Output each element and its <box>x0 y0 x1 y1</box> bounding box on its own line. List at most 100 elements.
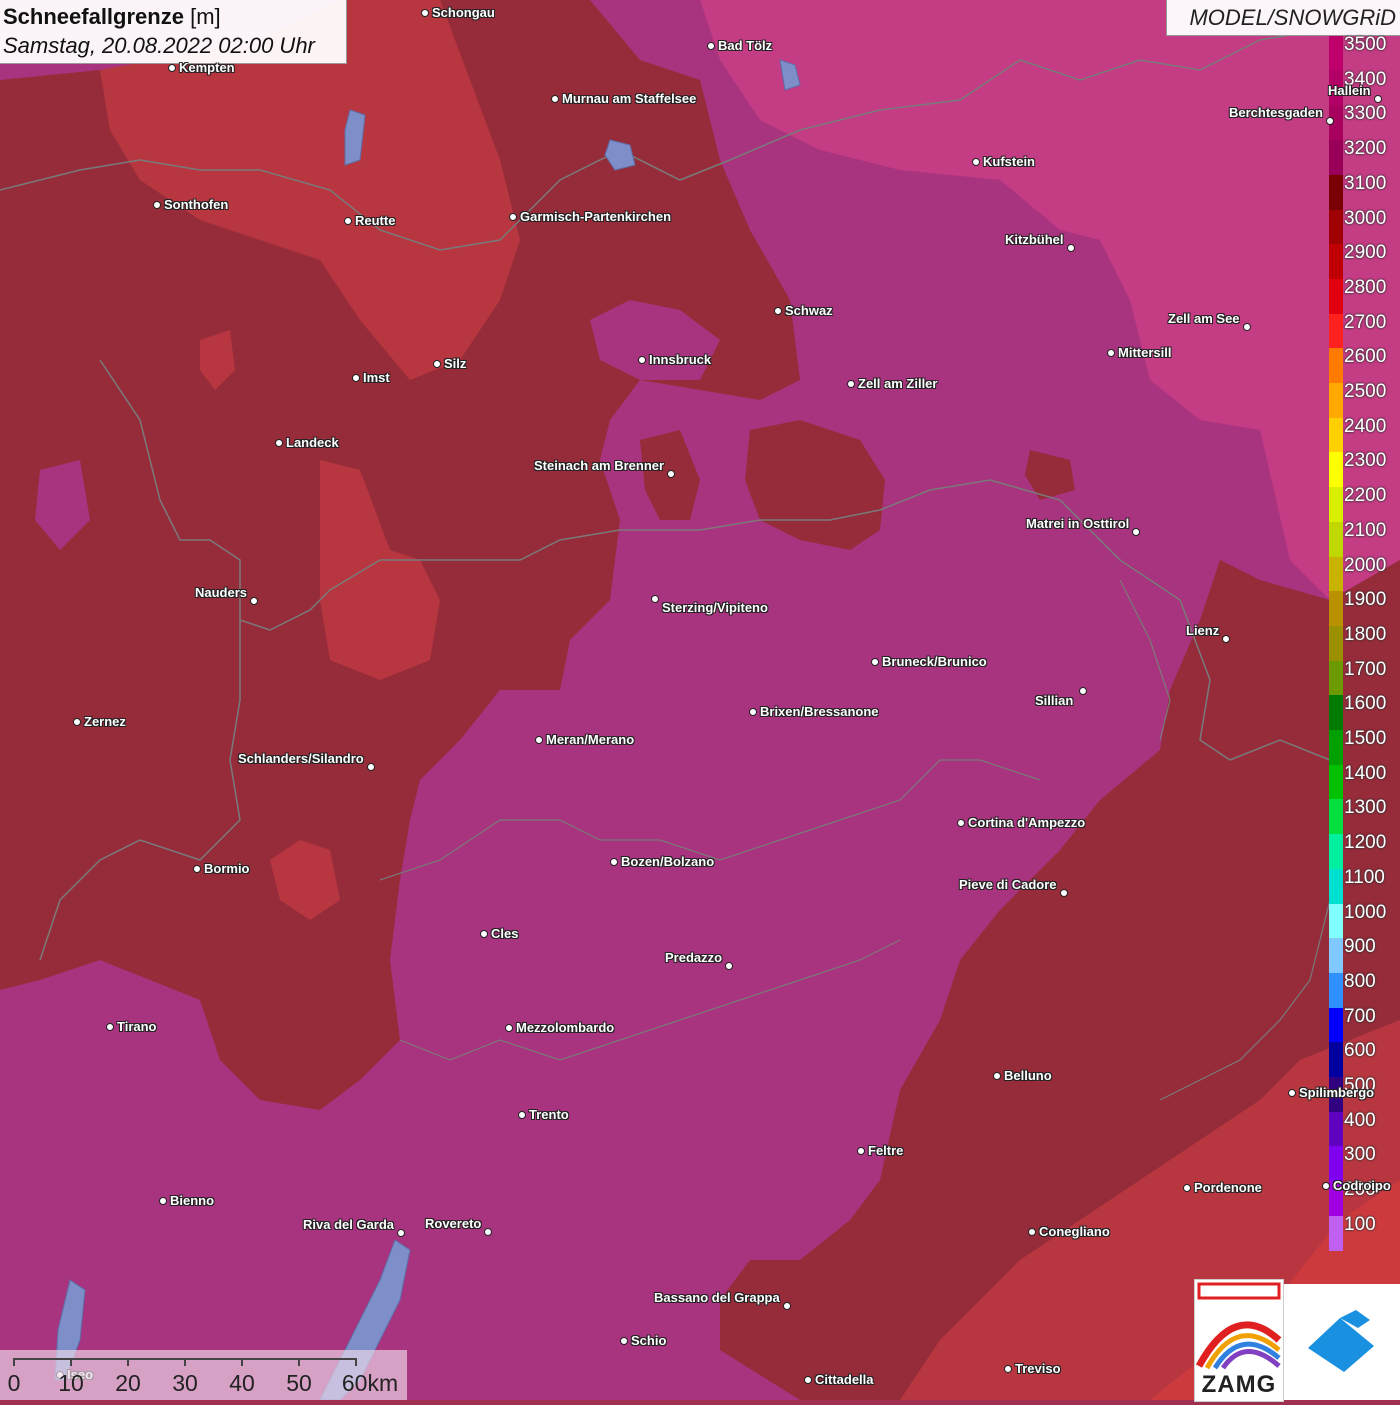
legend-swatch <box>1329 1042 1343 1078</box>
legend-swatch <box>1329 868 1343 904</box>
city-label: Zell am See <box>1168 311 1240 326</box>
city-label: Bozen/Bolzano <box>621 854 715 869</box>
city-marker <box>509 213 517 221</box>
city-label: Garmisch-Partenkirchen <box>520 209 672 224</box>
city-label: Trento <box>529 1107 569 1122</box>
city-marker <box>1067 244 1075 252</box>
city-label: Steinach am Brenner <box>534 458 665 473</box>
city-label: Cittadella <box>815 1372 874 1387</box>
legend-swatch <box>1329 1215 1343 1251</box>
legend-label: 2400 <box>1344 415 1387 437</box>
legend-label: 1000 <box>1344 901 1387 923</box>
city-marker <box>367 763 375 771</box>
legend-label: 1600 <box>1344 693 1387 715</box>
city-label: Pieve di Cadore <box>959 877 1057 892</box>
city-label: Riva del Garda <box>303 1217 395 1232</box>
legend-label: 3100 <box>1344 172 1387 194</box>
scale-label: 20 <box>115 1370 141 1396</box>
title-panel: Schneefallgrenze [m] Samstag, 20.08.2022… <box>0 0 347 64</box>
city-label: Hallein <box>1328 83 1371 98</box>
legend-label: 3200 <box>1344 138 1387 160</box>
rainbow-icon <box>1195 1282 1282 1370</box>
city-label: Bassano del Grappa <box>654 1290 780 1305</box>
city-label: Silz <box>444 356 467 371</box>
city-marker <box>847 380 855 388</box>
city-marker <box>749 708 757 716</box>
city-label: Conegliano <box>1039 1224 1110 1239</box>
city-marker <box>857 1147 865 1155</box>
scale-tick <box>70 1358 72 1366</box>
legend-label: 2700 <box>1344 311 1387 333</box>
title-bold: Schneefallgrenze <box>3 4 184 29</box>
legend-label: 2100 <box>1344 519 1387 541</box>
city-marker <box>774 307 782 315</box>
city-label: Belluno <box>1004 1068 1052 1083</box>
legend-swatch <box>1329 591 1343 627</box>
city-marker <box>193 865 201 873</box>
city-label: Rovereto <box>425 1216 482 1231</box>
city-label: Zernez <box>84 714 126 729</box>
city-label: Kitzbühel <box>1005 232 1064 247</box>
city-label: Imst <box>363 370 390 385</box>
city-marker <box>505 1024 513 1032</box>
scale-bar: 0 10 20 30 40 50 60km <box>0 1350 407 1400</box>
city-marker <box>484 1228 492 1236</box>
city-marker <box>159 1197 167 1205</box>
city-label: Nauders <box>195 585 248 600</box>
city-marker <box>620 1337 628 1345</box>
zamg-logo-text: ZAMG <box>1201 1371 1277 1398</box>
city-label: Mittersill <box>1118 345 1172 360</box>
legend-label: 800 <box>1344 970 1376 992</box>
city-marker <box>551 95 559 103</box>
scale-tick <box>241 1358 243 1366</box>
model-panel: MODEL/SNOWGRiD <box>1166 0 1400 36</box>
city-marker <box>106 1023 114 1031</box>
legend-label: 1800 <box>1344 623 1387 645</box>
city-marker <box>1222 635 1230 643</box>
legend-swatch <box>1329 556 1343 592</box>
city-label: Kempten <box>179 60 235 75</box>
scale-tick <box>298 1358 300 1366</box>
city-label: Codroipo <box>1333 1178 1391 1193</box>
title-unit: [m] <box>190 4 221 29</box>
legend-swatch <box>1329 660 1343 696</box>
legend-swatch <box>1329 1007 1343 1043</box>
city-label: Cles <box>491 926 519 941</box>
scale-tick <box>127 1358 129 1366</box>
scale-label: 60km <box>341 1370 399 1396</box>
legend-swatch <box>1329 140 1343 176</box>
city-marker <box>638 356 646 364</box>
city-marker <box>480 930 488 938</box>
city-label: Bienno <box>170 1193 215 1208</box>
legend-swatch <box>1329 938 1343 974</box>
legend-swatch <box>1329 1111 1343 1147</box>
legend-label: 2800 <box>1344 276 1387 298</box>
city-marker <box>651 595 659 603</box>
legend-swatch <box>1329 417 1343 453</box>
city-marker <box>1004 1365 1012 1373</box>
city-marker <box>725 962 733 970</box>
city-label: Schlanders/Silandro <box>238 751 364 766</box>
city-marker <box>73 718 81 726</box>
city-label: Sonthofen <box>164 197 229 212</box>
legend-swatch <box>1329 383 1343 419</box>
city-label: Bormio <box>204 861 250 876</box>
city-marker <box>1028 1228 1036 1236</box>
city-marker <box>1107 349 1115 357</box>
legend-label: 100 <box>1344 1213 1376 1235</box>
city-marker <box>1326 117 1334 125</box>
city-marker <box>783 1302 791 1310</box>
map-title: Schneefallgrenze [m] <box>3 4 221 30</box>
legend-swatch <box>1329 278 1343 315</box>
legend-label: 900 <box>1344 936 1376 958</box>
city-marker <box>1322 1182 1330 1190</box>
geosphere-logo <box>1284 1284 1400 1400</box>
legend-label: 600 <box>1344 1040 1376 1062</box>
city-marker <box>1374 95 1382 103</box>
city-marker <box>275 439 283 447</box>
legend-swatch <box>1329 972 1343 1009</box>
legend-swatch <box>1329 834 1343 870</box>
city-label: Sillian <box>1035 693 1074 708</box>
city-label: Sterzing/Vipiteno <box>662 600 768 615</box>
city-label: Schongau <box>432 5 495 20</box>
